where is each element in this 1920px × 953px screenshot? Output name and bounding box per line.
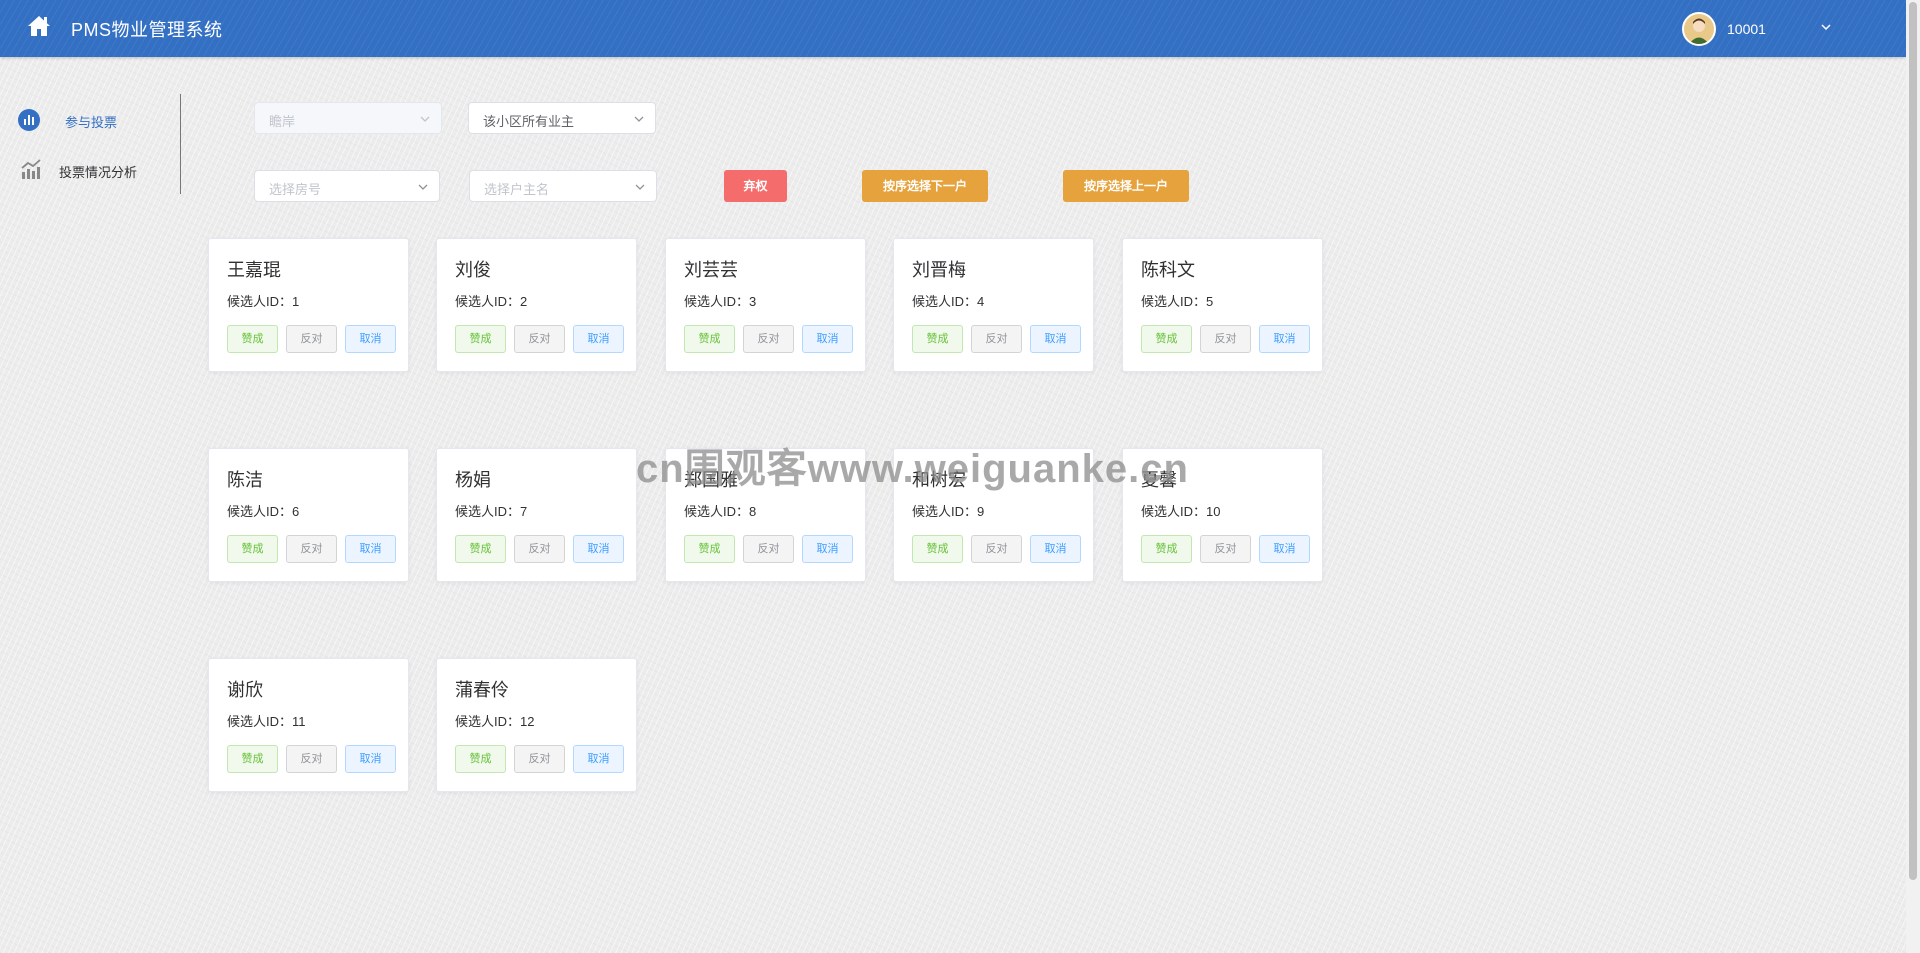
candidate-card: 王嘉琨 候选人ID：1 赞成 反对 取消 bbox=[208, 238, 409, 372]
candidate-card: 刘晋梅 候选人ID：4 赞成 反对 取消 bbox=[893, 238, 1094, 372]
chevron-down-icon bbox=[633, 113, 645, 125]
candidate-name: 蒲春伶 bbox=[455, 680, 509, 700]
cancel-button[interactable]: 取消 bbox=[573, 745, 624, 773]
oppose-button[interactable]: 反对 bbox=[286, 535, 337, 563]
cancel-button[interactable]: 取消 bbox=[1030, 325, 1081, 353]
cancel-button[interactable]: 取消 bbox=[573, 535, 624, 563]
trend-chart-icon bbox=[20, 158, 44, 182]
candidate-name: 刘晋梅 bbox=[912, 260, 966, 280]
abstain-button[interactable]: 弃权 bbox=[724, 170, 787, 202]
cancel-button[interactable]: 取消 bbox=[345, 745, 396, 773]
bar-chart-icon bbox=[17, 108, 41, 132]
candidate-name: 杨娟 bbox=[455, 470, 491, 490]
sidebar: 参与投票 投票情况分析 bbox=[0, 94, 181, 194]
scrollbar-thumb[interactable] bbox=[1909, 2, 1917, 880]
candidate-name: 王嘉琨 bbox=[227, 260, 281, 280]
candidate-name: 夏馨 bbox=[1141, 470, 1177, 490]
candidate-card: 刘俊 候选人ID：2 赞成 反对 取消 bbox=[436, 238, 637, 372]
sidebar-item-analysis[interactable]: 投票情况分析 bbox=[0, 151, 179, 187]
oppose-button[interactable]: 反对 bbox=[1200, 325, 1251, 353]
user-name[interactable]: 10001 bbox=[1727, 21, 1766, 37]
candidate-id: 候选人ID：8 bbox=[684, 504, 757, 519]
cancel-button[interactable]: 取消 bbox=[345, 535, 396, 563]
candidate-id: 候选人ID：6 bbox=[227, 504, 300, 519]
cancel-button[interactable]: 取消 bbox=[802, 325, 853, 353]
agree-button[interactable]: 赞成 bbox=[684, 535, 735, 563]
room-select[interactable]: 选择房号 bbox=[254, 170, 440, 202]
agree-button[interactable]: 赞成 bbox=[227, 325, 278, 353]
candidate-card: 杨娟 候选人ID：7 赞成 反对 取消 bbox=[436, 448, 637, 582]
chevron-down-icon bbox=[417, 181, 429, 193]
candidate-name: 刘芸芸 bbox=[684, 260, 738, 280]
sidebar-item-label: 投票情况分析 bbox=[59, 165, 138, 180]
cancel-button[interactable]: 取消 bbox=[1259, 535, 1310, 563]
oppose-button[interactable]: 反对 bbox=[971, 535, 1022, 563]
candidate-card: 和树宏 候选人ID：9 赞成 反对 取消 bbox=[893, 448, 1094, 582]
vertical-scrollbar[interactable] bbox=[1906, 0, 1920, 953]
agree-button[interactable]: 赞成 bbox=[1141, 535, 1192, 563]
sidebar-item-vote[interactable]: 参与投票 bbox=[0, 101, 179, 137]
candidate-id: 候选人ID：3 bbox=[684, 294, 757, 309]
candidate-card: 夏馨 候选人ID：10 赞成 反对 取消 bbox=[1122, 448, 1323, 582]
candidate-name: 郑国雅 bbox=[684, 470, 738, 490]
candidate-card: 郑国雅 候选人ID：8 赞成 反对 取消 bbox=[665, 448, 866, 582]
oppose-button[interactable]: 反对 bbox=[514, 745, 565, 773]
owner-name-select[interactable]: 选择户主名 bbox=[469, 170, 657, 202]
candidate-id: 候选人ID：1 bbox=[227, 294, 300, 309]
oppose-button[interactable]: 反对 bbox=[743, 325, 794, 353]
home-icon[interactable] bbox=[27, 15, 51, 37]
candidate-id: 候选人ID：5 bbox=[1141, 294, 1214, 309]
candidate-id: 候选人ID：9 bbox=[912, 504, 985, 519]
agree-button[interactable]: 赞成 bbox=[227, 535, 278, 563]
candidate-id: 候选人ID：12 bbox=[455, 714, 535, 729]
candidate-id: 候选人ID：11 bbox=[227, 714, 306, 729]
oppose-button[interactable]: 反对 bbox=[1200, 535, 1251, 563]
oppose-button[interactable]: 反对 bbox=[286, 325, 337, 353]
candidate-name: 和树宏 bbox=[912, 470, 966, 490]
building-select[interactable]: 瞻岸 bbox=[254, 102, 442, 134]
agree-button[interactable]: 赞成 bbox=[227, 745, 278, 773]
candidate-id: 候选人ID：2 bbox=[455, 294, 528, 309]
user-avatar[interactable] bbox=[1682, 12, 1716, 46]
owner-scope-select[interactable]: 该小区所有业主 bbox=[468, 102, 656, 134]
app-title: PMS物业管理系统 bbox=[71, 20, 223, 40]
cancel-button[interactable]: 取消 bbox=[802, 535, 853, 563]
candidate-name: 刘俊 bbox=[455, 260, 491, 280]
agree-button[interactable]: 赞成 bbox=[684, 325, 735, 353]
candidate-card: 谢欣 候选人ID：11 赞成 反对 取消 bbox=[208, 658, 409, 792]
chevron-down-icon bbox=[634, 181, 646, 193]
candidate-card: 陈洁 候选人ID：6 赞成 反对 取消 bbox=[208, 448, 409, 582]
candidate-name: 陈科文 bbox=[1141, 260, 1195, 280]
oppose-button[interactable]: 反对 bbox=[514, 325, 565, 353]
candidate-id: 候选人ID：7 bbox=[455, 504, 528, 519]
candidate-name: 陈洁 bbox=[227, 470, 263, 490]
candidate-card: 蒲春伶 候选人ID：12 赞成 反对 取消 bbox=[436, 658, 637, 792]
chevron-down-icon bbox=[419, 113, 431, 125]
cancel-button[interactable]: 取消 bbox=[573, 325, 624, 353]
chevron-down-icon[interactable] bbox=[1819, 20, 1833, 34]
candidate-id: 候选人ID：10 bbox=[1141, 504, 1221, 519]
cancel-button[interactable]: 取消 bbox=[345, 325, 396, 353]
agree-button[interactable]: 赞成 bbox=[455, 325, 506, 353]
top-header: PMS物业管理系统 10001 bbox=[0, 0, 1906, 57]
prev-household-button[interactable]: 按序选择上一户 bbox=[1063, 170, 1189, 202]
sidebar-item-label: 参与投票 bbox=[65, 115, 118, 130]
candidate-name: 谢欣 bbox=[227, 680, 263, 700]
candidate-card: 陈科文 候选人ID：5 赞成 反对 取消 bbox=[1122, 238, 1323, 372]
agree-button[interactable]: 赞成 bbox=[912, 535, 963, 563]
agree-button[interactable]: 赞成 bbox=[1141, 325, 1192, 353]
cancel-button[interactable]: 取消 bbox=[1259, 325, 1310, 353]
oppose-button[interactable]: 反对 bbox=[514, 535, 565, 563]
next-household-button[interactable]: 按序选择下一户 bbox=[862, 170, 988, 202]
oppose-button[interactable]: 反对 bbox=[743, 535, 794, 563]
oppose-button[interactable]: 反对 bbox=[286, 745, 337, 773]
oppose-button[interactable]: 反对 bbox=[971, 325, 1022, 353]
cancel-button[interactable]: 取消 bbox=[1030, 535, 1081, 563]
agree-button[interactable]: 赞成 bbox=[455, 535, 506, 563]
agree-button[interactable]: 赞成 bbox=[912, 325, 963, 353]
candidate-id: 候选人ID：4 bbox=[912, 294, 985, 309]
candidate-card: 刘芸芸 候选人ID：3 赞成 反对 取消 bbox=[665, 238, 866, 372]
agree-button[interactable]: 赞成 bbox=[455, 745, 506, 773]
